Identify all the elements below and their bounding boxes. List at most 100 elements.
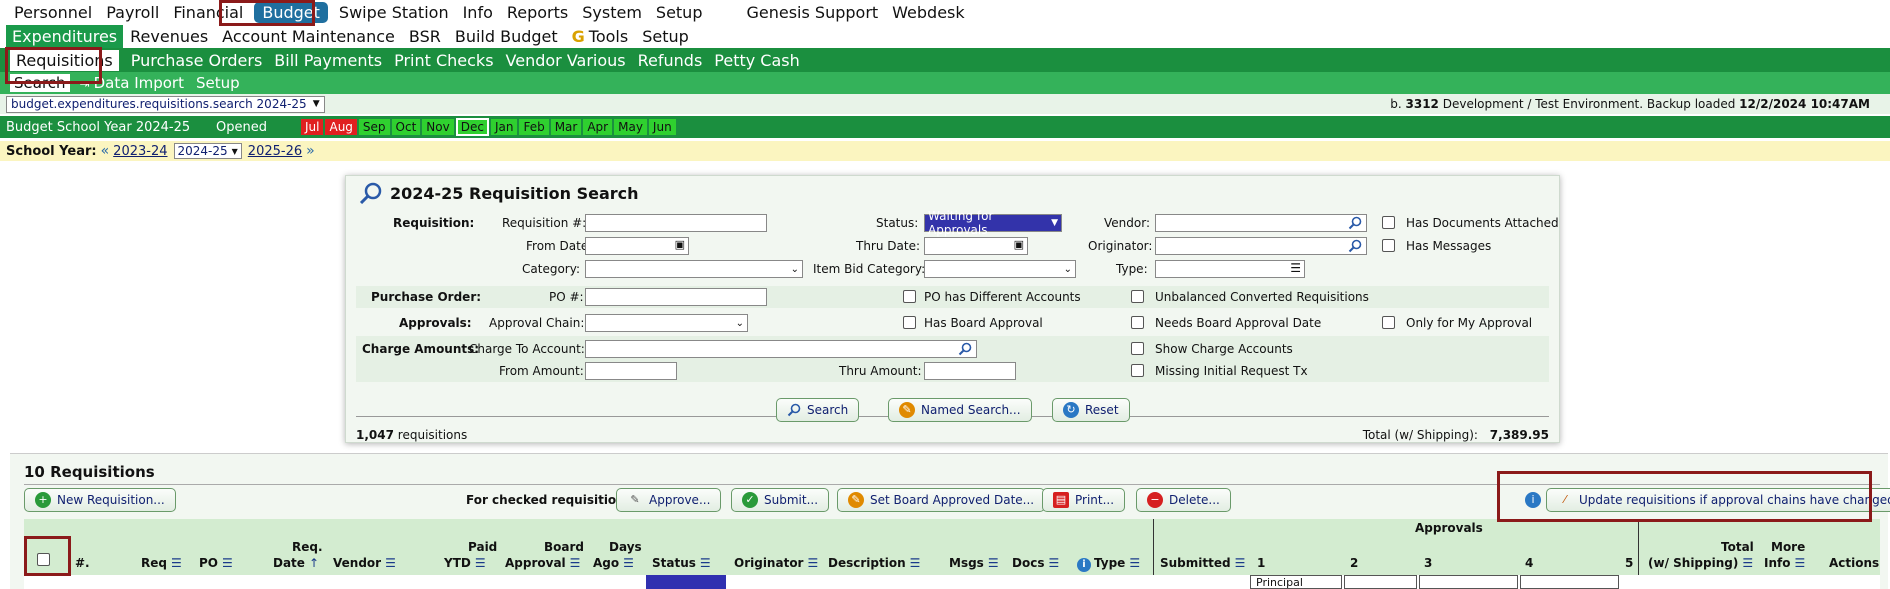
school-year-select[interactable]: 2024-25 ▼ — [173, 143, 242, 159]
select-all-checkbox[interactable] — [37, 553, 50, 566]
set-board-approved-date-button[interactable]: ✎ Set Board Approved Date... — [837, 488, 1046, 512]
info-icon[interactable]: i — [1525, 492, 1541, 508]
col-originator[interactable]: Originator ☰ — [734, 556, 818, 570]
col-msgs[interactable]: Msgs ☰ — [949, 556, 999, 570]
col-days-ago[interactable]: Ago ☰ — [593, 556, 634, 570]
col-description[interactable]: Description ☰ — [828, 556, 920, 570]
hamburger-icon[interactable]: ☰ — [570, 556, 581, 570]
approval-chain-select[interactable]: ⌄ — [585, 314, 748, 332]
has-board-approval-checkbox[interactable] — [903, 316, 916, 329]
menu-genesis-support[interactable]: Genesis Support — [739, 3, 885, 22]
month-dec[interactable]: Dec — [455, 118, 489, 136]
school-year-prev-link[interactable]: 2023-24 — [113, 144, 167, 159]
table-row[interactable]: Principal — [24, 575, 1880, 589]
tab-bill-payments[interactable]: Bill Payments — [268, 51, 388, 70]
col-paid-ytd[interactable]: YTD ☰ — [444, 556, 486, 570]
hamburger-icon[interactable]: ☰ — [1235, 556, 1246, 570]
hamburger-icon[interactable]: ☰ — [988, 556, 999, 570]
menu-bsr[interactable]: BSR — [402, 27, 448, 46]
thru-date-input[interactable]: ▣ — [924, 237, 1028, 255]
vendor-search-icon[interactable] — [1348, 216, 1362, 230]
col-more-info[interactable]: Info ☰ — [1764, 556, 1805, 570]
month-nov[interactable]: Nov — [422, 119, 454, 135]
col-req-date[interactable]: Date ↑ — [273, 556, 319, 570]
menu-tools[interactable]: G Tools — [565, 27, 636, 46]
thru-amount-input[interactable] — [924, 362, 1016, 380]
menu-system[interactable]: System — [575, 3, 649, 22]
chevron-right-icon[interactable]: » — [306, 143, 315, 159]
menu-account-maintenance[interactable]: Account Maintenance — [215, 27, 402, 46]
col-submitted[interactable]: Submitted ☰ — [1160, 556, 1245, 570]
new-requisition-button[interactable]: + New Requisition... — [24, 488, 176, 512]
col-po[interactable]: PO ☰ — [199, 556, 233, 570]
path-select[interactable]: budget.expenditures.requisitions.search … — [6, 95, 325, 113]
menu-webdesk[interactable]: Webdesk — [885, 3, 971, 22]
po-different-accounts-checkbox[interactable] — [903, 290, 916, 303]
hamburger-icon[interactable]: ☰ — [171, 556, 182, 570]
month-may[interactable]: May — [614, 119, 647, 135]
month-jul[interactable]: Jul — [301, 119, 324, 135]
hamburger-icon[interactable]: ☰ — [910, 556, 921, 570]
info-icon[interactable]: i — [1077, 558, 1091, 572]
approve-button[interactable]: ✎ Approve... — [616, 488, 722, 512]
charge-account-search-icon[interactable] — [958, 342, 972, 356]
col-total[interactable]: (w/ Shipping) ☰ — [1648, 556, 1753, 570]
tab-print-checks[interactable]: Print Checks — [388, 51, 499, 70]
col-req[interactable]: Req ☰ — [141, 556, 182, 570]
subtab-search[interactable]: Search — [10, 74, 70, 92]
menu-expenditures[interactable]: Expenditures — [6, 24, 124, 48]
menu-reports[interactable]: Reports — [500, 3, 575, 22]
status-select[interactable]: Waiting for Approvals ▼ — [924, 209, 1062, 237]
hamburger-icon[interactable]: ☰ — [222, 556, 233, 570]
menu-personnel[interactable]: Personnel — [7, 3, 99, 22]
menu-setup-2[interactable]: Setup — [635, 27, 696, 46]
menu-financial[interactable]: Financial — [166, 3, 250, 22]
has-messages-checkbox[interactable] — [1382, 239, 1395, 252]
month-jun[interactable]: Jun — [648, 119, 676, 135]
month-sep[interactable]: Sep — [358, 119, 390, 135]
hamburger-icon[interactable]: ☰ — [1048, 556, 1059, 570]
has-documents-checkbox[interactable] — [1382, 216, 1395, 229]
month-jan[interactable]: Jan — [490, 119, 518, 135]
from-amount-input[interactable] — [585, 362, 677, 380]
submit-button[interactable]: ✓ Submit... — [731, 488, 830, 512]
tab-requisitions[interactable]: Requisitions — [10, 49, 119, 71]
sort-ascending-icon[interactable]: ↑ — [309, 556, 319, 570]
calendar-icon[interactable]: ▣ — [1014, 238, 1024, 251]
col-status[interactable]: Status ☰ — [652, 556, 711, 570]
print-button[interactable]: ▤ Print... — [1042, 488, 1126, 512]
subtab-data-import[interactable]: ⇥ Data Import — [74, 74, 190, 92]
col-type[interactable]: i Type ☰ — [1077, 556, 1140, 572]
hamburger-icon[interactable]: ☰ — [1290, 261, 1301, 275]
vendor-input[interactable] — [1155, 214, 1367, 232]
delete-button[interactable]: − Delete... — [1136, 488, 1231, 512]
col-board-approval[interactable]: Approval ☰ — [505, 556, 580, 570]
only-my-approval-checkbox[interactable] — [1382, 316, 1395, 329]
hamburger-icon[interactable]: ☰ — [385, 556, 396, 570]
calendar-icon[interactable]: ▣ — [675, 238, 685, 251]
category-select[interactable]: ⌄ — [585, 260, 803, 278]
month-oct[interactable]: Oct — [391, 119, 421, 135]
charge-to-account-input[interactable] — [585, 340, 977, 358]
reset-button[interactable]: ↻ Reset — [1052, 398, 1130, 422]
po-number-input[interactable] — [585, 288, 767, 306]
hamburger-icon[interactable]: ☰ — [1742, 556, 1753, 570]
hamburger-icon[interactable]: ☰ — [1794, 556, 1805, 570]
from-date-input[interactable]: ▣ — [585, 237, 689, 255]
menu-payroll[interactable]: Payroll — [99, 3, 166, 22]
month-aug[interactable]: Aug — [325, 119, 357, 135]
hamburger-icon[interactable]: ☰ — [807, 556, 818, 570]
tab-purchase-orders[interactable]: Purchase Orders — [125, 51, 269, 70]
type-input[interactable]: ☰ — [1155, 260, 1305, 278]
tab-vendor-various[interactable]: Vendor Various — [500, 51, 632, 70]
named-search-button[interactable]: ✎ Named Search... — [888, 398, 1032, 422]
hamburger-icon[interactable]: ☰ — [475, 556, 486, 570]
tab-petty-cash[interactable]: Petty Cash — [708, 51, 805, 70]
update-approval-chains-button[interactable]: ⁄ Update requisitions if approval chains… — [1546, 488, 1890, 512]
show-charge-accounts-checkbox[interactable] — [1131, 342, 1144, 355]
hamburger-icon[interactable]: ☰ — [1129, 556, 1140, 570]
originator-search-icon[interactable] — [1348, 239, 1362, 253]
menu-setup[interactable]: Setup — [649, 3, 710, 22]
hamburger-icon[interactable]: ☰ — [700, 556, 711, 570]
menu-budget[interactable]: Budget — [254, 1, 328, 23]
